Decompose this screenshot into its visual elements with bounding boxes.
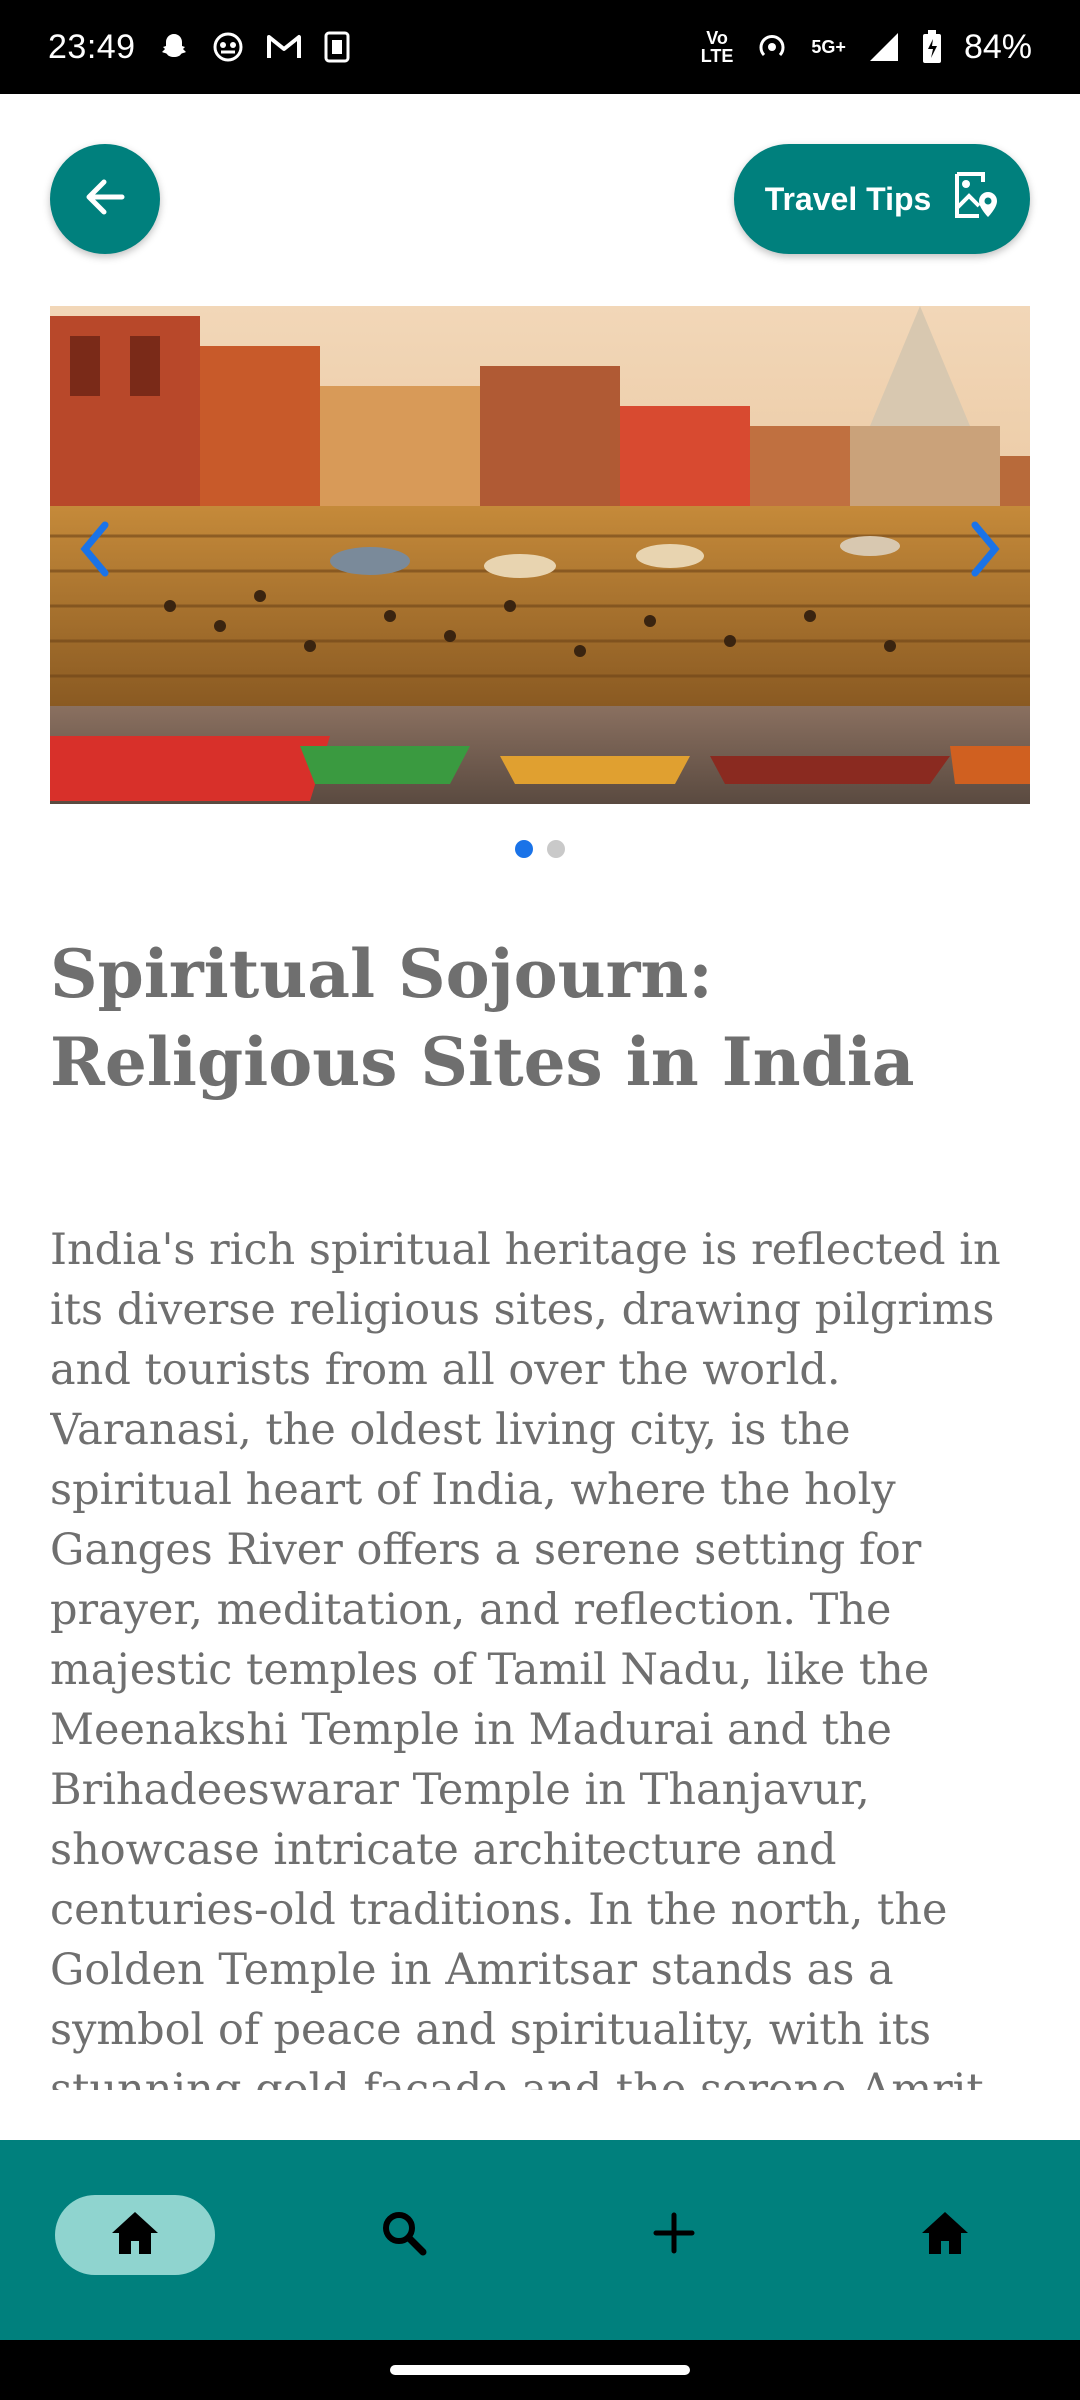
network-5g-label: 5G+ (811, 37, 846, 57)
ghost-app-icon (212, 31, 244, 63)
signal-icon (868, 31, 900, 63)
back-button[interactable] (50, 144, 160, 254)
gmail-icon (266, 33, 302, 61)
chevron-left-icon (79, 521, 109, 581)
carousel-next-button[interactable] (966, 516, 1006, 586)
travel-tips-label: Travel Tips (764, 180, 932, 217)
map-pin-icon (953, 168, 999, 230)
status-time: 23:49 (48, 27, 136, 66)
pagination-dot-active[interactable] (515, 840, 533, 858)
plus-icon (652, 2211, 696, 2259)
home-gesture-handle[interactable] (390, 2365, 690, 2375)
chevron-right-icon (971, 521, 1001, 581)
arrow-left-icon (82, 174, 128, 224)
carousel-prev-button[interactable] (74, 516, 114, 586)
volte-label: Vo (706, 28, 728, 48)
status-bar: 23:49 Vo LTE 5G+ 84% (0, 0, 1080, 94)
lte-label: LTE (700, 46, 734, 66)
battery-percentage: 84% (963, 27, 1032, 66)
article-title: Spiritual Sojourn: Religious Sites in In… (50, 935, 915, 1101)
nav-add-button[interactable] (594, 2195, 754, 2275)
image-carousel[interactable] (50, 306, 1030, 804)
hotspot-icon (755, 30, 789, 64)
sim-card-icon (324, 31, 350, 63)
travel-tips-button[interactable]: Travel Tips (734, 144, 1030, 254)
bottom-navigation (0, 2140, 1080, 2340)
varanasi-ghats-image (50, 306, 1030, 804)
article-body: India's rich spiritual heritage is refle… (50, 1225, 1001, 2090)
nav-home-secondary-button[interactable] (865, 2195, 1025, 2275)
pagination-dot[interactable] (547, 840, 565, 858)
volte-indicator: Vo LTE (701, 29, 734, 65)
carousel-pagination (0, 840, 1080, 864)
home-icon (919, 2209, 971, 2261)
system-navigation-bar (0, 2340, 1080, 2400)
nav-home-button[interactable] (55, 2195, 215, 2275)
snapchat-icon (158, 31, 190, 63)
battery-icon (922, 30, 942, 64)
home-icon (109, 2209, 161, 2261)
search-icon (379, 2208, 429, 2262)
nav-search-button[interactable] (324, 2195, 484, 2275)
